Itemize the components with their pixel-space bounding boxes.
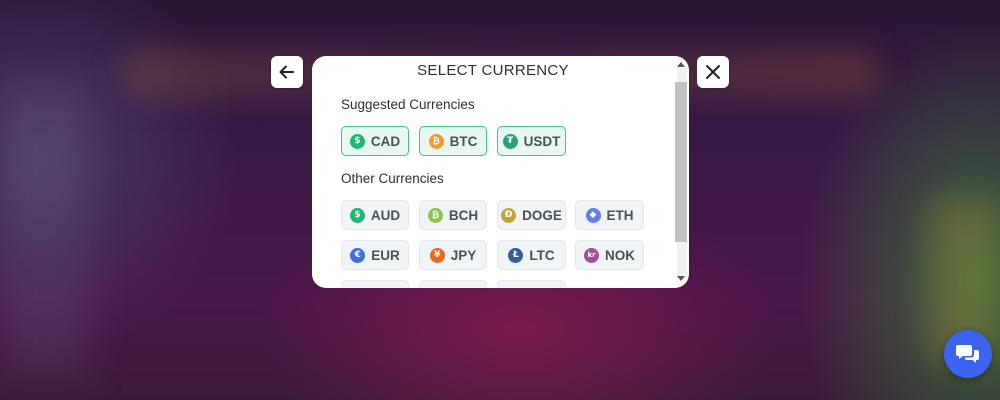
currency-code: LTC (529, 247, 555, 263)
currency-chip-usdt[interactable]: ₮ USDT (497, 126, 566, 156)
scroll-up-icon[interactable] (677, 62, 685, 67)
arrow-left-icon (279, 65, 294, 79)
background-blur-left (0, 80, 90, 380)
currency-code: JPY (450, 247, 477, 263)
currency-code: NOK (605, 247, 635, 263)
close-button[interactable] (697, 56, 729, 88)
currency-code: USDT (523, 133, 561, 149)
currency-code: AUD (370, 207, 401, 223)
bitcoin-icon: ₿ (428, 133, 444, 149)
currency-chip-eth[interactable]: ◆ ETH (575, 200, 644, 230)
litecoin-icon: Ł (508, 247, 524, 263)
dollar-coin-icon: $ (349, 133, 365, 149)
currency-chip-aud[interactable]: $ AUD (341, 200, 409, 230)
currency-code: EUR (371, 247, 400, 263)
currency-chip-bch[interactable]: ₿ BCH (419, 200, 487, 230)
currency-chip-partial[interactable] (341, 280, 409, 288)
currency-code: BTC (449, 133, 478, 149)
close-icon (706, 65, 720, 79)
currency-chip-btc[interactable]: ₿ BTC (419, 126, 487, 156)
euro-coin-icon: € (350, 247, 366, 263)
currency-code: BCH (448, 207, 479, 223)
krone-coin-icon: kr (584, 247, 599, 263)
currency-chip-nok[interactable]: kr NOK (575, 240, 644, 270)
ethereum-icon: ◆ (585, 207, 601, 223)
currency-chip-cad[interactable]: $ CAD (341, 126, 409, 156)
currency-chip-jpy[interactable]: ¥ JPY (419, 240, 487, 270)
scroll-thumb[interactable] (675, 82, 687, 242)
bitcoin-cash-icon: ₿ (427, 207, 443, 223)
currency-code: DOGE (522, 207, 562, 223)
back-button[interactable] (271, 56, 303, 88)
yen-coin-icon: ¥ (429, 247, 445, 263)
modal-title: SELECT CURRENCY (417, 62, 569, 79)
scroll-down-icon[interactable] (677, 276, 685, 281)
other-currencies-label: Other Currencies (341, 171, 444, 186)
currency-modal: SELECT CURRENCY Suggested Currencies $ C… (312, 56, 689, 288)
currency-chip-ltc[interactable]: Ł LTC (497, 240, 566, 270)
dogecoin-icon: Ð (501, 207, 517, 223)
chat-button[interactable] (944, 330, 992, 378)
suggested-currencies-label: Suggested Currencies (341, 97, 475, 112)
currency-chip-doge[interactable]: Ð DOGE (497, 200, 566, 230)
currency-code: CAD (370, 133, 401, 149)
currency-code: ETH (606, 207, 634, 223)
dollar-coin-icon: $ (349, 207, 365, 223)
currency-chip-eur[interactable]: € EUR (341, 240, 409, 270)
modal-scrollbar[interactable] (673, 56, 689, 288)
chat-bubbles-icon (956, 345, 979, 363)
currency-chip-partial[interactable] (419, 280, 487, 288)
tether-icon: ₮ (502, 133, 518, 149)
currency-chip-partial[interactable] (497, 280, 566, 288)
